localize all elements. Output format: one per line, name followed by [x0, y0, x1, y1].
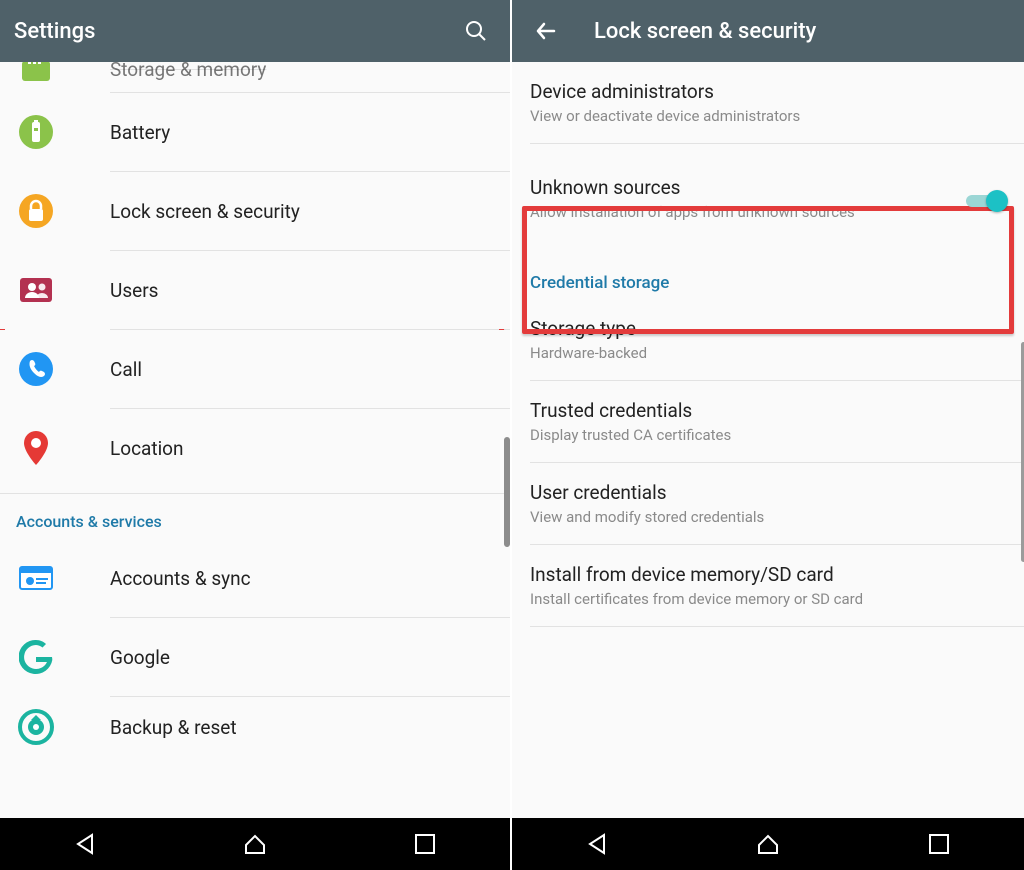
- phone-icon: [18, 351, 54, 387]
- location-label: Location: [110, 437, 184, 460]
- nav-bar-left: [0, 818, 510, 870]
- location-pin-icon: [18, 430, 54, 466]
- user-credentials-title: User credentials: [530, 481, 1006, 504]
- backup-reset-label: Backup & reset: [110, 716, 237, 739]
- settings-item-users[interactable]: Users: [0, 251, 510, 329]
- accounts-sync-icon: [18, 560, 54, 596]
- search-icon[interactable]: [456, 11, 496, 51]
- nav-back-icon[interactable]: [61, 824, 109, 864]
- settings-toolbar: Settings: [0, 0, 510, 62]
- lock-security-title: Lock screen & security: [594, 19, 1010, 44]
- settings-item-battery[interactable]: Battery: [0, 93, 510, 171]
- settings-item-storage[interactable]: Storage & memory: [0, 62, 510, 92]
- call-label: Call: [110, 358, 142, 381]
- battery-label: Battery: [110, 121, 170, 144]
- lock-security-toolbar: Lock screen & security: [512, 0, 1024, 62]
- settings-item-google[interactable]: Google: [0, 618, 510, 696]
- storage-type-sub: Hardware-backed: [530, 344, 910, 362]
- scrollbar-thumb[interactable]: [504, 437, 510, 547]
- item-trusted-credentials[interactable]: Trusted credentials Display trusted CA c…: [512, 381, 1024, 462]
- users-icon: [18, 272, 54, 308]
- google-icon: [18, 639, 54, 675]
- trusted-credentials-sub: Display trusted CA certificates: [530, 426, 910, 444]
- backup-reset-icon: [18, 709, 54, 745]
- settings-item-backup-reset[interactable]: Backup & reset: [0, 697, 510, 757]
- accounts-sync-label: Accounts & sync: [110, 567, 251, 590]
- lock-label: Lock screen & security: [110, 200, 300, 223]
- nav-home-icon[interactable]: [231, 824, 279, 864]
- settings-item-location[interactable]: Location: [0, 409, 510, 487]
- device-admin-title: Device administrators: [530, 80, 1006, 103]
- highlight-unknown-sources: [522, 206, 1014, 334]
- item-user-credentials[interactable]: User credentials View and modify stored …: [512, 463, 1024, 544]
- lock-security-list: Device administrators View or deactivate…: [512, 62, 1024, 818]
- nav-bar-right: [512, 818, 1024, 870]
- storage-label: Storage & memory: [110, 62, 266, 81]
- item-device-administrators[interactable]: Device administrators View or deactivate…: [512, 62, 1024, 143]
- unknown-sources-title: Unknown sources: [530, 176, 966, 199]
- back-arrow-icon[interactable]: [526, 11, 566, 51]
- settings-item-accounts-sync[interactable]: Accounts & sync: [0, 539, 510, 617]
- unknown-sources-toggle[interactable]: [966, 190, 1006, 212]
- battery-icon: [18, 114, 54, 150]
- lock-security-screen: Lock screen & security Device administra…: [512, 0, 1024, 870]
- nav-back-icon[interactable]: [573, 824, 621, 864]
- nav-home-icon[interactable]: [744, 824, 792, 864]
- settings-list: Storage & memory Battery Lock screen & s…: [0, 62, 510, 818]
- device-admin-sub: View or deactivate device administrators: [530, 107, 910, 125]
- install-sd-sub: Install certificates from device memory …: [530, 590, 990, 608]
- nav-recent-icon[interactable]: [915, 824, 963, 864]
- settings-item-call[interactable]: Call: [0, 330, 510, 408]
- google-label: Google: [110, 646, 170, 669]
- nav-recent-icon[interactable]: [401, 824, 449, 864]
- settings-item-lock-screen[interactable]: Lock screen & security: [0, 172, 510, 250]
- storage-icon: [18, 62, 54, 89]
- settings-screen: Settings Storage & memory Battery: [0, 0, 512, 870]
- section-accounts-services: Accounts & services: [0, 494, 510, 539]
- settings-title: Settings: [14, 19, 456, 44]
- lock-icon: [18, 193, 54, 229]
- users-label: Users: [110, 279, 158, 302]
- install-sd-title: Install from device memory/SD card: [530, 563, 1006, 586]
- trusted-credentials-title: Trusted credentials: [530, 399, 1006, 422]
- item-install-from-sd[interactable]: Install from device memory/SD card Insta…: [512, 545, 1024, 626]
- user-credentials-sub: View and modify stored credentials: [530, 508, 910, 526]
